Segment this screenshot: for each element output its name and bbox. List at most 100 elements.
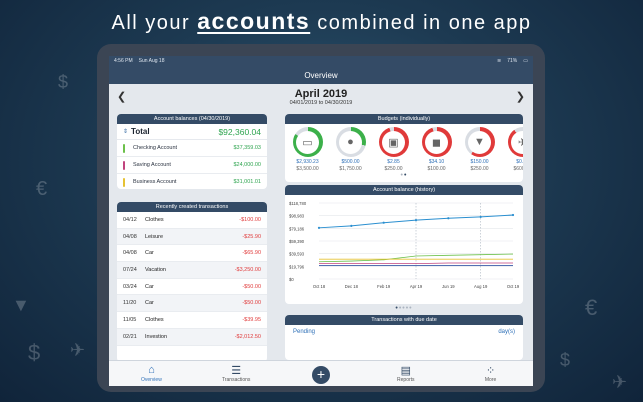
tab-reports[interactable]: ▤ Reports xyxy=(363,361,448,386)
balance-history-card: Account balance (history) $118,780 $98,98… xyxy=(285,185,523,304)
headline-emphasis: accounts xyxy=(197,8,311,34)
expand-icon: ⇕ xyxy=(123,129,129,135)
budget-item[interactable]: ▣ $2.85 $250.00 xyxy=(373,127,414,172)
budget-item[interactable]: ● $500.00 $1,750.00 xyxy=(330,127,371,172)
dollar-icon: $ xyxy=(58,72,69,92)
budget-limit: $250.00 xyxy=(384,166,403,172)
tab-overview[interactable]: ⌂ Overview xyxy=(109,361,194,386)
tab-label: More xyxy=(484,377,497,383)
account-name: Checking Account xyxy=(133,145,178,151)
tab-label: Overview xyxy=(140,377,162,383)
app-screen: 4:56 PM Sun Aug 18 ≋ 71% ▭ Overview ❮ Ap… xyxy=(109,56,533,386)
transaction-amount: -$3,250.00 xyxy=(234,266,261,273)
budget-item[interactable]: ✈ $0.00$600.00 xyxy=(502,127,523,172)
account-balance: $37,359.03 xyxy=(233,145,261,151)
transaction-amount: -$65.90 xyxy=(242,250,261,257)
transaction-amount: -$50.00 xyxy=(242,300,261,307)
transaction-date: 11/20 xyxy=(123,300,137,307)
status-bar: 4:56 PM Sun Aug 18 ≋ 71% ▭ xyxy=(109,56,533,66)
account-name: Saving Account xyxy=(133,162,171,168)
x-tick-label: Oct 19 xyxy=(507,284,520,289)
euro-icon: € xyxy=(36,178,48,200)
transaction-category: Clothes xyxy=(145,216,164,223)
transaction-date: 11/05 xyxy=(123,316,137,323)
airplane-icon: ✈ xyxy=(70,340,86,360)
transaction-row[interactable]: 11/05 Clothes -$39.95 xyxy=(117,312,267,329)
y-tick-label: $118,780 xyxy=(289,201,307,206)
budget-spent: $0.00 xyxy=(516,159,523,165)
transaction-row[interactable]: 04/08 Car -$65.90 xyxy=(117,245,267,263)
y-tick-label: $19,796 xyxy=(289,264,305,269)
budget-spent: $500.00 xyxy=(341,159,360,165)
budget-limit: $1,750.00 xyxy=(339,166,362,172)
budget-progress-ring: ✈ xyxy=(507,127,523,157)
account-row[interactable]: Business Account $31,001.01 xyxy=(117,174,267,189)
y-tick-label: $98,983 xyxy=(289,214,305,219)
transaction-row[interactable]: 03/24 Car -$50.00 xyxy=(117,279,267,296)
transaction-row[interactable]: 11/20 Car -$50.00 xyxy=(117,295,267,313)
transaction-amount: -$50.00 xyxy=(242,283,261,290)
transaction-amount: -$2,012.50 xyxy=(234,333,261,340)
transaction-date: 07/24 xyxy=(123,266,137,273)
battery-icon: ▭ xyxy=(523,58,528,64)
list-icon: ☰ xyxy=(231,365,242,377)
y-tick-label: $79,186 xyxy=(289,226,305,231)
y-tick-label: $0 xyxy=(289,277,294,282)
status-date: Sun Aug 18 xyxy=(138,58,165,64)
series-point xyxy=(317,226,321,229)
transaction-date: 04/08 xyxy=(123,250,137,257)
period-selector: ❮ April 2019 04/01/2019 to 04/30/2019 ❯ xyxy=(109,84,533,112)
budget-item[interactable]: ▭ $2,930.23 $3,500.00 xyxy=(287,127,328,172)
account-row[interactable]: Checking Account $37,359.03 xyxy=(117,140,267,157)
series-point xyxy=(350,224,353,227)
add-transaction-button[interactable]: + xyxy=(311,366,330,384)
budget-item[interactable]: ▼ $150.00 $250.00 xyxy=(459,127,500,172)
tab-more[interactable]: ⁘ More xyxy=(448,361,533,386)
transaction-date: 04/08 xyxy=(123,233,137,240)
budget-limit: $100.00 xyxy=(427,166,446,172)
nav-title: Overview xyxy=(304,70,338,80)
game-controller-icon: ● xyxy=(339,130,362,154)
tab-add[interactable]: + xyxy=(279,361,364,386)
budget-progress-ring: ▣ xyxy=(378,127,409,157)
shopping-cart-icon: ▣ xyxy=(382,130,405,154)
budget-limit: $600.00 xyxy=(513,166,523,172)
transaction-row[interactable]: 02/21 Investion -$2,012.50 xyxy=(117,328,267,346)
wallet-icon: ▭ xyxy=(296,130,319,154)
account-color-marker xyxy=(123,160,125,170)
transaction-row[interactable]: 04/08 Leisure -$25.90 xyxy=(117,228,267,246)
total-row[interactable]: ⇕ Total $92,360.04 xyxy=(117,124,267,140)
transaction-category: Clothes xyxy=(145,316,164,323)
tab-label: Transactions xyxy=(221,377,251,383)
transaction-list: 04/12 Clothes -$100.00 04/08 Leisure -$25.90 0… xyxy=(117,212,267,346)
account-row[interactable]: Saving Account $24,000.00 xyxy=(117,157,267,174)
budget-progress-ring: ▭ xyxy=(292,127,323,157)
pending-row[interactable]: Pending day(s) xyxy=(285,325,523,339)
tshirt-icon: ▼ xyxy=(468,130,491,154)
transaction-category: Vacation xyxy=(145,266,166,273)
x-tick-label: Aug 19 xyxy=(474,284,488,289)
transaction-category: Car xyxy=(145,250,154,257)
transaction-category: Car xyxy=(145,283,154,290)
pending-unit: day(s) xyxy=(498,329,515,335)
budget-item[interactable]: ◼ $34.10 $100.00 xyxy=(416,127,457,172)
budget-list[interactable]: ▭ $2,930.23 $3,500.00 ● $500.00 $1,750.00 ▣ $2.… xyxy=(285,124,523,172)
x-tick-label: Dec 18 xyxy=(345,284,359,289)
next-month-button[interactable]: ❯ xyxy=(516,90,525,103)
series-point xyxy=(511,213,515,217)
transaction-category: Leisure xyxy=(145,233,164,240)
budget-spent: $150.00 xyxy=(470,159,489,165)
chart-page-indicator: ••••• xyxy=(395,305,413,312)
budget-progress-ring: ● xyxy=(335,127,366,157)
transaction-row[interactable]: 07/24 Vacation -$3,250.00 xyxy=(117,262,267,279)
previous-month-button[interactable]: ❮ xyxy=(117,90,126,103)
euro-icon: € xyxy=(585,295,598,320)
account-balances-card: Account balances (04/30/2019) ⇕ Total $9… xyxy=(117,114,267,189)
x-tick-label: Oct 18 xyxy=(313,284,326,289)
transaction-amount: -$25.90 xyxy=(242,233,261,240)
tab-transactions[interactable]: ☰ Transactions xyxy=(194,361,279,386)
period-month: April 2019 xyxy=(294,88,348,100)
transaction-amount: -$39.95 xyxy=(242,316,261,323)
tablet-device: 4:56 PM Sun Aug 18 ≋ 71% ▭ Overview ❮ Ap… xyxy=(97,44,545,392)
transaction-row[interactable]: 04/12 Clothes -$100.00 xyxy=(117,212,267,229)
